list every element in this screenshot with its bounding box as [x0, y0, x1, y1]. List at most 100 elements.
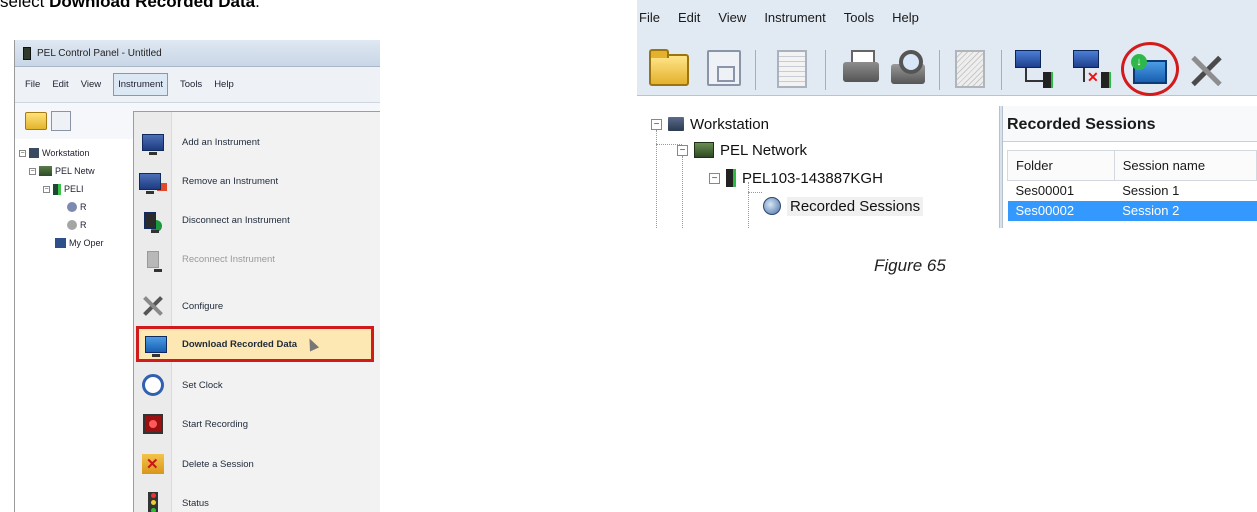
- toolbar-separator: [755, 50, 756, 90]
- figure-caption: Figure 65: [874, 256, 946, 275]
- collapse-icon[interactable]: −: [709, 172, 720, 184]
- menu-tools[interactable]: Tools: [180, 79, 202, 90]
- workstation-icon: [668, 117, 684, 131]
- column-header-session-name[interactable]: Session name: [1113, 150, 1257, 181]
- add-instrument-button[interactable]: [1015, 50, 1055, 88]
- disconnect-instrument-icon: [144, 211, 159, 233]
- menu-edit[interactable]: Edit: [678, 10, 700, 25]
- menu-file[interactable]: File: [25, 79, 40, 90]
- collapse-icon[interactable]: −: [19, 149, 26, 157]
- menu-help[interactable]: Help: [214, 79, 234, 90]
- report-icon: [955, 50, 985, 88]
- tree-item-realtime[interactable]: R: [19, 216, 134, 234]
- menu-item-label: Remove an Instrument: [182, 175, 279, 187]
- open-folder-icon[interactable]: [25, 112, 47, 130]
- network-icon: [694, 142, 714, 158]
- configure-icon: [140, 293, 166, 319]
- configure-button[interactable]: [1187, 52, 1225, 90]
- open-button[interactable]: [649, 49, 689, 86]
- menu-instrument[interactable]: Instrument: [764, 10, 825, 25]
- open-folder-icon: [649, 49, 689, 86]
- menu-bar: File Edit View Instrument Tools Help: [637, 0, 1257, 44]
- column-header-folder[interactable]: Folder: [1007, 150, 1115, 181]
- remove-instrument-icon: ✕: [1073, 50, 1113, 88]
- print-button[interactable]: [843, 50, 879, 84]
- collapse-icon[interactable]: −: [29, 167, 36, 175]
- save-icon[interactable]: [51, 111, 71, 131]
- menu-edit[interactable]: Edit: [52, 79, 68, 90]
- table-cell: Ses00001: [1015, 183, 1075, 199]
- remove-instrument-button[interactable]: ✕: [1073, 50, 1113, 88]
- menu-item-label: Start Recording: [182, 418, 249, 430]
- menu-item-label: Configure: [182, 300, 224, 312]
- menu-help[interactable]: Help: [892, 10, 919, 25]
- toolbar-separator: [825, 50, 826, 90]
- table-row[interactable]: Ses00001 Session 1: [1008, 181, 1257, 201]
- menu-item-reconnect-instrument[interactable]: Reconnect Instrument: [134, 241, 380, 277]
- menu-item-status[interactable]: Status: [134, 485, 380, 512]
- realtime-icon: [67, 220, 77, 230]
- tree-view: − Workstation − PEL Netw − PELI R R My O…: [19, 144, 134, 252]
- save-button[interactable]: [707, 50, 741, 86]
- collapse-icon[interactable]: −: [651, 118, 662, 130]
- menu-tools[interactable]: Tools: [844, 10, 874, 25]
- document-button[interactable]: [777, 50, 807, 88]
- recorded-sessions-panel: Recorded Sessions Folder Session name Se…: [1003, 106, 1257, 228]
- menu-item-add-instrument[interactable]: Add an Instrument: [134, 124, 380, 160]
- add-instrument-icon: [1015, 50, 1055, 88]
- menu-view[interactable]: View: [81, 79, 101, 90]
- right-screenshot: File Edit View Instrument Tools Help ✕ ↓: [637, 0, 1257, 228]
- intro-prefix: select: [0, 0, 50, 11]
- menu-item-configure[interactable]: Configure: [134, 288, 380, 324]
- menu-item-set-clock[interactable]: Set Clock: [134, 367, 380, 403]
- download-recorded-data-button[interactable]: ↓: [1131, 54, 1171, 88]
- menu-item-label: Download Recorded Data: [182, 338, 298, 350]
- tree-item-recorded[interactable]: R: [19, 198, 134, 216]
- menu-instrument[interactable]: Instrument: [113, 73, 168, 96]
- collapse-icon[interactable]: −: [43, 185, 50, 193]
- menu-item-label: Delete a Session: [182, 458, 254, 470]
- tree-label: Workstation: [42, 148, 90, 158]
- add-instrument-icon: [142, 133, 164, 155]
- print-preview-icon: [891, 50, 927, 86]
- left-screenshot: PEL Control Panel - Untitled File Edit V…: [14, 40, 380, 512]
- app-icon: [23, 46, 31, 60]
- tree-item-workstation[interactable]: − Workstation: [19, 144, 134, 162]
- menu-item-start-recording[interactable]: Start Recording: [134, 406, 380, 442]
- menu-bar: File Edit View Instrument Tools Help: [15, 67, 380, 103]
- tree-item-workstation[interactable]: − Workstation: [651, 112, 769, 136]
- collapse-icon[interactable]: −: [677, 144, 688, 156]
- report-button[interactable]: [955, 50, 985, 88]
- recorded-sessions-icon: [763, 197, 781, 215]
- menu-view[interactable]: View: [718, 10, 746, 25]
- toolbar-separator: [939, 50, 940, 90]
- tree-item-network[interactable]: − PEL Netw: [19, 162, 134, 180]
- tree-label: PEL103-143887KGH: [742, 169, 883, 187]
- menu-item-remove-instrument[interactable]: Remove an Instrument: [134, 163, 380, 199]
- tree-label: My Oper: [69, 238, 104, 248]
- instrument-dropdown-menu: Add an Instrument Remove an Instrument D…: [133, 111, 380, 512]
- tree-item-operations[interactable]: My Oper: [19, 234, 134, 252]
- tree-item-device[interactable]: − PEL103-143887KGH: [709, 166, 883, 190]
- menu-item-disconnect-instrument[interactable]: Disconnect an Instrument: [134, 202, 380, 238]
- table-row-selected[interactable]: Ses00002 Session 2: [1007, 200, 1257, 221]
- tree-label: PEL Netw: [55, 166, 95, 176]
- tree-item-pel-network[interactable]: − PEL Network: [677, 138, 807, 162]
- status-icon: [148, 492, 158, 512]
- intro-bold: Download Recorded Data: [49, 0, 256, 11]
- configure-icon: [1187, 52, 1225, 90]
- table-header-row: Folder Session name: [1007, 150, 1257, 181]
- menu-file[interactable]: File: [639, 10, 660, 25]
- printer-icon: [843, 50, 879, 84]
- tree-label: PELI: [64, 184, 84, 194]
- tree-item-device[interactable]: − PELI: [19, 180, 134, 198]
- menu-item-download-recorded-data[interactable]: Download Recorded Data: [136, 326, 374, 362]
- window-titlebar: PEL Control Panel - Untitled: [15, 40, 380, 67]
- tree-label: R: [80, 202, 87, 212]
- menu-item-label: Add an Instrument: [182, 136, 260, 148]
- workstation-icon: [29, 148, 39, 158]
- menu-item-label: Set Clock: [182, 379, 223, 391]
- tree-item-recorded-sessions[interactable]: Recorded Sessions: [763, 194, 924, 218]
- menu-item-delete-session[interactable]: Delete a Session: [134, 446, 380, 482]
- print-preview-button[interactable]: [891, 50, 927, 86]
